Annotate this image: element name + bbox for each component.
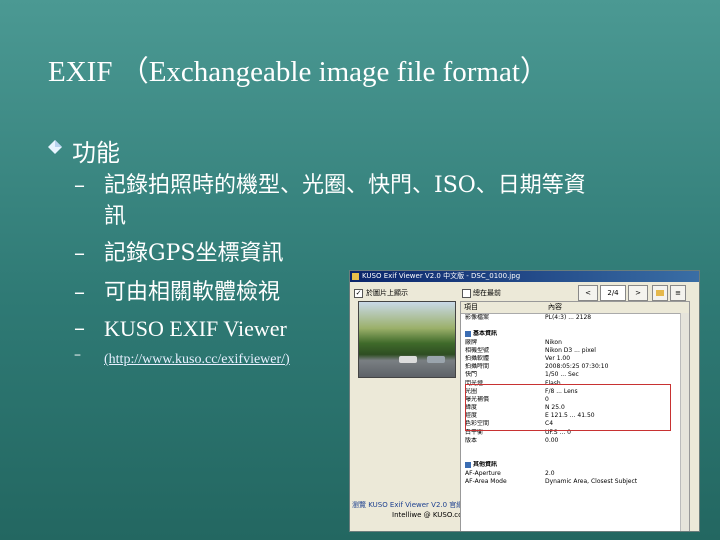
row-value: 2008:05:25 07:30:10 [545,363,609,371]
row-key: 其他資訊 [461,461,545,469]
always-on-top-checkbox[interactable] [462,289,471,298]
folder-icon [656,290,664,296]
dash-marker: – [74,241,85,266]
row-key [461,445,545,453]
table-row[interactable]: 相機型號 Nikon D3 ... pixel [461,347,689,355]
item-text: 記錄GPS坐標資訊 [104,241,284,266]
row-key: 廠牌 [461,339,545,347]
row-value [545,453,689,461]
item-text-cont: 訊 [104,204,127,229]
row-key: 拍攝軟體 [461,355,545,363]
row-key-text: 拍攝軟體 [465,354,490,362]
row-value: Dynamic Area, Closest Subject [545,477,638,485]
row-key-text: 影像檔案 [465,314,490,321]
table-row[interactable]: AF-Area Mode Dynamic Area, Closest Subjec… [461,478,689,486]
always-on-top-label: 總在最前 [473,289,501,297]
table-header: 項目 內容 [461,302,689,314]
row-key-text: 相機型號 [465,346,490,354]
row-key: 快門 [461,371,545,379]
row-key-text: AF-Area Mode [465,477,507,485]
car-shape [399,356,417,363]
row-value: 0.00 [545,436,559,444]
row-key: 版本 [461,437,545,445]
row-key-text: 廠牌 [465,338,478,346]
row-key-text: 快門 [465,371,478,379]
row-key [461,322,545,330]
bullet-heading: 功能 [72,139,120,167]
row-key-text: 版本 [465,436,478,444]
row-value [545,330,689,338]
show-on-image-checkbox[interactable]: ✓ [354,289,363,298]
row-value: 1/50 ... Sec [545,371,579,379]
next-button[interactable]: > [628,285,648,301]
dash-marker: – [74,347,81,363]
viewer-link[interactable]: (http://www.kuso.cc/exifviewer/) [104,348,290,368]
row-key: 相機型號 [461,347,545,355]
row-key: AF-Aperture [461,470,545,478]
table-row[interactable]: 廠牌 Nikon [461,339,689,347]
show-on-image-label: 於圖片上顯示 [366,289,408,297]
row-key: 拍攝時間 [461,363,545,371]
table-row[interactable]: 快門 1/50 ... Sec [461,371,689,379]
item-text: KUSO EXIF Viewer [104,316,287,341]
vertical-scrollbar[interactable] [680,313,689,531]
row-key-text: 其他資訊 [473,461,498,469]
prev-button[interactable]: < [578,285,598,301]
row-value [545,461,689,469]
table-row[interactable]: AF-Aperture 2.0 [461,470,689,478]
row-key-text: 拍攝時間 [465,363,490,371]
menu-icon: ≡ [675,289,681,297]
table-row[interactable]: 版本 0.00 [461,437,689,445]
dash-marker: – [74,316,85,341]
col-content[interactable]: 內容 [545,302,562,313]
row-value: 2.0 [545,469,555,477]
row-value: Nikon [545,338,562,346]
photo-thumbnail [358,301,456,378]
car-shape [427,356,445,363]
row-value: Ver 1.00 [545,354,571,362]
table-row[interactable]: 拍攝時間 2008:05:25 07:30:10 [461,363,689,371]
window-titlebar: KUSO Exif Viewer V2.0 中文版 - DSC_0100.jpg [350,271,699,282]
item-text: 可由相關軟體檢視 [104,280,281,305]
table-row[interactable] [461,453,689,461]
row-value: Nikon D3 ... pixel [545,346,596,354]
table-row[interactable] [461,445,689,453]
exif-viewer-window: KUSO Exif Viewer V2.0 中文版 - DSC_0100.jpg… [349,270,700,532]
row-key-text: 基本資訊 [473,330,498,338]
group-icon [465,461,471,468]
highlight-box [465,384,671,431]
row-key: AF-Area Mode [461,478,545,486]
row-key: 基本資訊 [461,330,545,338]
row-value: PL(4:3) ... 2128 [545,314,592,321]
group-icon [465,330,471,337]
row-value [545,322,689,330]
dash-marker: – [74,280,85,305]
table-row[interactable] [461,322,689,330]
row-key [461,453,545,461]
dash-marker: – [74,173,85,198]
table-row[interactable]: 影像檔案 PL(4:3) ... 2128 [461,314,689,322]
table-group-row[interactable]: 其他資訊 [461,461,689,469]
table-row[interactable]: 拍攝軟體 Ver 1.00 [461,355,689,363]
table-group-row[interactable]: 基本資訊 [461,330,689,338]
row-key-text: AF-Aperture [465,469,501,477]
kuso-logo[interactable]: 瀏覽 KUSO Exif Viewer V2.0 官網 Intelliwe @ … [352,500,463,520]
app-icon [352,273,359,280]
diamond-bullet-icon [48,140,62,154]
item-text: 記錄拍照時的機型、光圈、快門、ISO、日期等資 [104,173,586,198]
slide-title: EXIF （Exchangeable image file format） [48,56,549,88]
page-indicator: 2/4 [600,285,626,301]
folder-button[interactable] [652,285,668,301]
row-value [545,445,689,453]
col-item[interactable]: 項目 [461,302,545,313]
row-key: 影像檔案 [461,314,545,322]
menu-button[interactable]: ≡ [670,285,686,301]
